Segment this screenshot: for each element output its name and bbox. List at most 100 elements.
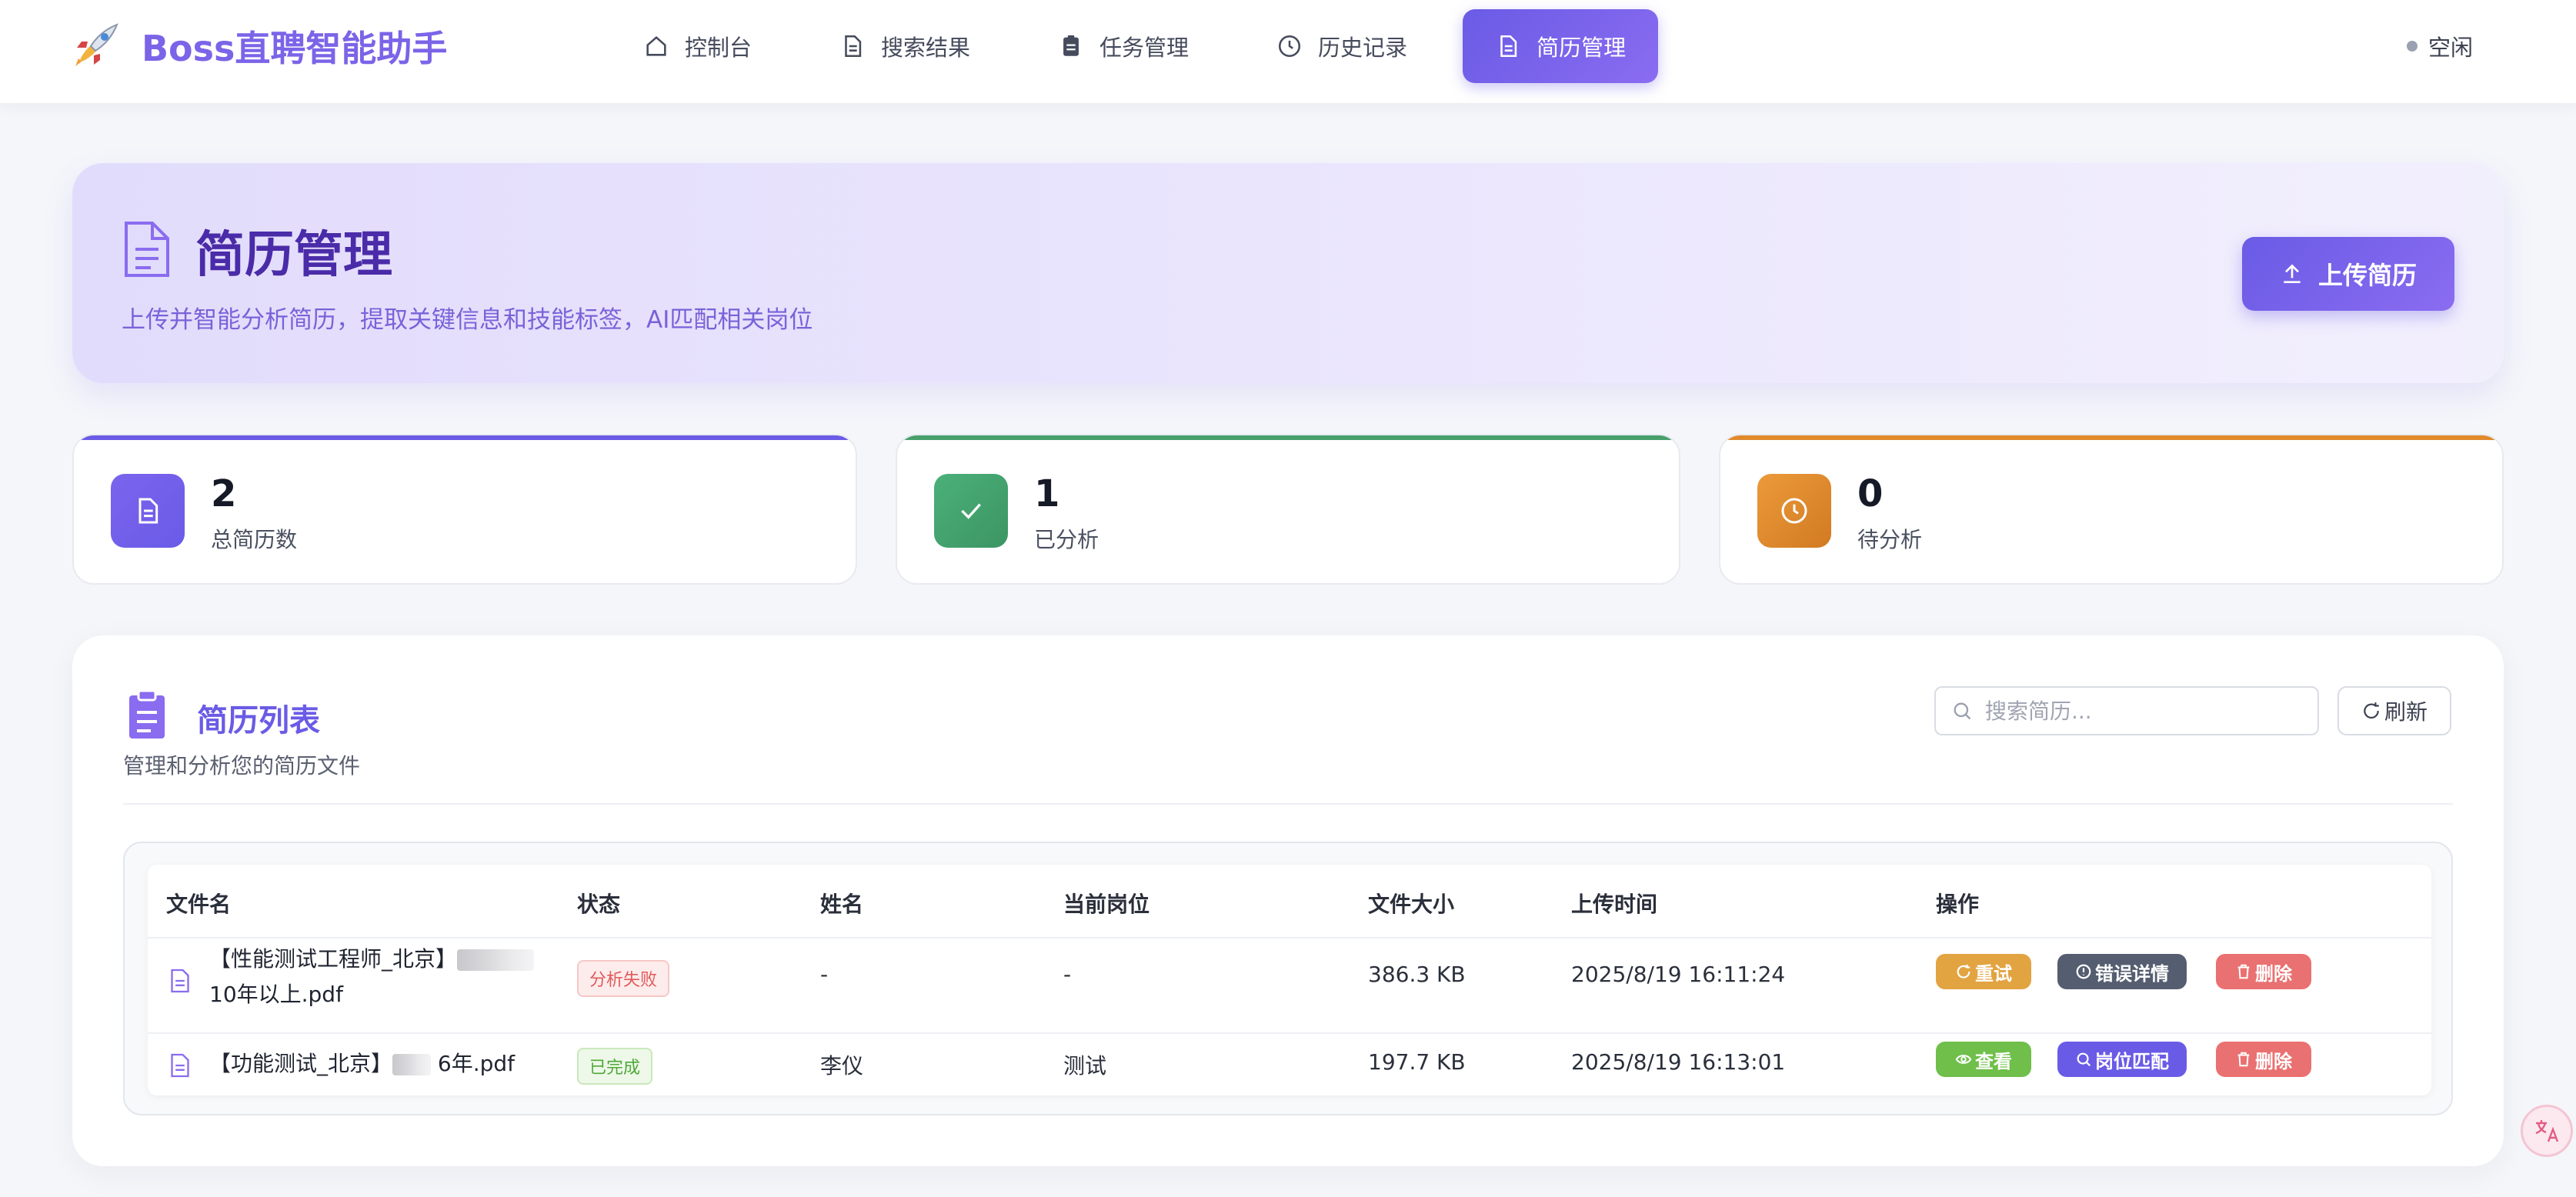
file-name-text: 10年以上.pdf bbox=[209, 982, 343, 1007]
error-details-button[interactable]: 错误详情 bbox=[2057, 954, 2187, 989]
clipboard-icon bbox=[1063, 35, 1079, 56]
status-badge: 分析失败 bbox=[577, 960, 670, 997]
nav-item-label: 任务管理 bbox=[1099, 35, 1190, 61]
stat-accent-bar bbox=[897, 435, 1679, 440]
current-position: 测试 bbox=[1063, 1053, 1107, 1079]
file-name[interactable]: 【功能测试_北京】 6年.pdf bbox=[209, 1046, 515, 1082]
check-icon bbox=[961, 503, 981, 519]
column-header: 状态 bbox=[577, 892, 621, 917]
clipboard-icon bbox=[129, 689, 165, 739]
nav-item-search-results[interactable]: 搜索结果 bbox=[807, 9, 1003, 83]
divider bbox=[123, 803, 2453, 805]
document-icon bbox=[138, 498, 158, 524]
retry-button[interactable]: 重试 bbox=[1936, 954, 2031, 989]
file-name-text: 6年.pdf bbox=[431, 1051, 516, 1076]
nav-item-dashboard[interactable]: 控制台 bbox=[611, 9, 784, 83]
trash-icon bbox=[2237, 964, 2250, 979]
upload-resume-button[interactable]: 上传简历 bbox=[2242, 237, 2454, 311]
file-icon bbox=[171, 969, 189, 993]
button-label: 岗位匹配 bbox=[2095, 1050, 2169, 1072]
trash-icon bbox=[2237, 1052, 2250, 1067]
document-icon bbox=[1500, 35, 1517, 58]
info-icon bbox=[2076, 964, 2091, 979]
button-label: 删除 bbox=[2255, 1050, 2292, 1072]
row-divider bbox=[148, 1032, 2431, 1034]
button-label: 错误详情 bbox=[2095, 962, 2169, 985]
search-icon bbox=[2077, 1052, 2091, 1067]
view-button[interactable]: 查看 bbox=[1936, 1042, 2031, 1077]
search-input[interactable] bbox=[1985, 698, 2308, 724]
stat-accent-bar bbox=[1720, 435, 2502, 440]
nav-item-resume-management[interactable]: 简历管理 bbox=[1463, 9, 1659, 83]
button-label: 删除 bbox=[2255, 962, 2292, 985]
delete-button[interactable]: 删除 bbox=[2216, 954, 2311, 989]
stat-label: 已分析 bbox=[1034, 527, 1099, 552]
stat-value: 0 bbox=[1857, 472, 1884, 515]
list-title: 简历列表 bbox=[197, 703, 320, 739]
stat-accent-bar bbox=[74, 435, 856, 440]
page-title: 简历管理 bbox=[195, 227, 392, 284]
nav-item-history[interactable]: 历史记录 bbox=[1244, 9, 1440, 83]
file-name[interactable]: 【性能测试工程师_北京】 10年以上.pdf bbox=[209, 942, 535, 1012]
stat-value: 1 bbox=[1034, 472, 1060, 515]
candidate-name: - bbox=[820, 962, 829, 987]
resume-list-panel: 简历列表 管理和分析您的简历文件 刷新 文件名 状态 姓名 当前岗位 文件大小 … bbox=[72, 635, 2504, 1166]
stat-card-analyzed: 1 已分析 bbox=[896, 434, 1680, 585]
refresh-button[interactable]: 刷新 bbox=[2337, 686, 2451, 735]
column-header: 文件大小 bbox=[1368, 892, 1455, 917]
status-badge: 已完成 bbox=[577, 1048, 653, 1085]
job-match-button[interactable]: 岗位匹配 bbox=[2057, 1042, 2187, 1077]
nav-item-label: 搜索结果 bbox=[881, 35, 971, 61]
file-size: 197.7 KB bbox=[1368, 1049, 1466, 1075]
status-dot bbox=[2407, 41, 2418, 52]
status-indicator: 空闲 bbox=[2407, 31, 2473, 62]
clock-icon bbox=[1279, 35, 1301, 58]
rocket-icon bbox=[75, 23, 118, 66]
row-divider bbox=[148, 937, 2431, 939]
nav-item-task-management[interactable]: 任务管理 bbox=[1026, 9, 1221, 83]
upload-icon bbox=[2284, 264, 2301, 283]
stat-icon-box bbox=[1757, 474, 1831, 548]
brand[interactable]: Boss直聘智能助手 bbox=[68, 18, 447, 74]
stat-icon-box bbox=[934, 474, 1008, 548]
upload-time: 2025/8/19 16:13:01 bbox=[1571, 1049, 1786, 1075]
column-header: 姓名 bbox=[820, 892, 864, 917]
file-name-text: 【功能测试_北京】 bbox=[209, 1051, 393, 1076]
redacted-mask bbox=[392, 1054, 432, 1075]
file-size: 386.3 KB bbox=[1368, 962, 1466, 987]
translate-icon bbox=[2535, 1120, 2559, 1142]
main-nav: 控制台 搜索结果 任务管理 历史记录 简历管理 bbox=[611, 9, 1681, 83]
search-icon bbox=[1954, 702, 1971, 720]
list-subtitle: 管理和分析您的简历文件 bbox=[123, 753, 361, 779]
column-header: 文件名 bbox=[166, 892, 232, 917]
column-header: 操作 bbox=[1936, 892, 1980, 917]
refresh-icon bbox=[2364, 702, 2379, 719]
refresh-label: 刷新 bbox=[2384, 699, 2428, 725]
file-icon bbox=[171, 1053, 189, 1078]
column-header: 上传时间 bbox=[1571, 892, 1658, 917]
app-title: Boss直聘智能助手 bbox=[142, 28, 448, 69]
refresh-icon bbox=[1957, 964, 1970, 979]
home-icon bbox=[646, 35, 666, 56]
button-label: 查看 bbox=[1975, 1050, 2012, 1072]
upload-time: 2025/8/19 16:11:24 bbox=[1571, 962, 1786, 987]
upload-button-label: 上传简历 bbox=[2317, 261, 2417, 290]
clock-icon bbox=[1781, 498, 1807, 524]
status-text: 空闲 bbox=[2428, 35, 2474, 61]
delete-button[interactable]: 删除 bbox=[2216, 1042, 2311, 1077]
top-navbar: Boss直聘智能助手 控制台 搜索结果 任务管理 历史记录 简历管理 空闲 bbox=[0, 0, 2576, 103]
stat-card-pending: 0 待分析 bbox=[1719, 434, 2504, 585]
table-container: 文件名 状态 姓名 当前岗位 文件大小 上传时间 操作 【性能测试工程师_北京】… bbox=[123, 842, 2453, 1115]
redacted-mask bbox=[457, 949, 535, 971]
nav-item-label: 控制台 bbox=[685, 35, 752, 61]
button-label: 重试 bbox=[1975, 962, 2012, 985]
eye-icon bbox=[1955, 1055, 1972, 1064]
stat-value: 2 bbox=[211, 472, 237, 515]
stat-icon-box bbox=[111, 474, 185, 548]
stat-card-total: 2 总简历数 bbox=[72, 434, 857, 585]
candidate-name: 李仪 bbox=[820, 1053, 864, 1079]
translate-widget-icon[interactable] bbox=[2521, 1105, 2573, 1157]
resume-table: 文件名 状态 姓名 当前岗位 文件大小 上传时间 操作 【性能测试工程师_北京】… bbox=[148, 865, 2431, 1095]
file-name-text: 【性能测试工程师_北京】 bbox=[209, 946, 458, 972]
column-header: 当前岗位 bbox=[1063, 892, 1150, 917]
